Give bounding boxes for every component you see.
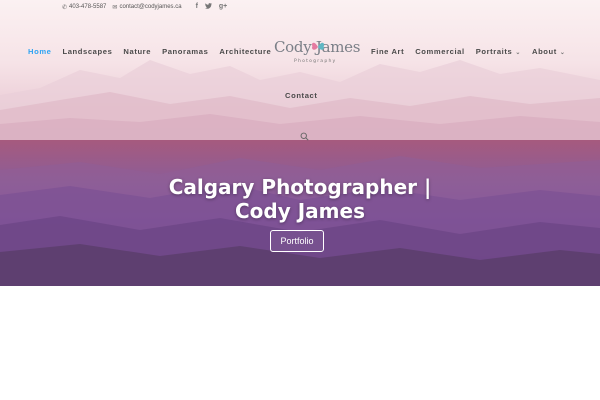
header-background [0, 0, 600, 140]
phone-item[interactable]: ✆ 403-478-5587 [62, 4, 106, 11]
nav-item-fine-art[interactable]: Fine Art [371, 47, 404, 56]
main-nav-right: Fine Art Commercial Portraits ⌄ About ⌄ [371, 47, 566, 56]
phone-icon: ✆ [62, 4, 68, 11]
nav-item-portraits-label: Portraits [475, 47, 513, 56]
nav-item-commercial[interactable]: Commercial [415, 47, 464, 56]
nav-item-nature[interactable]: Nature [123, 47, 151, 56]
nav-item-panoramas[interactable]: Panoramas [162, 47, 208, 56]
mountain-silhouette [0, 60, 600, 140]
google-plus-icon[interactable]: g+ [219, 3, 227, 11]
facebook-icon[interactable]: f [196, 3, 198, 11]
butterfly-logo-icon [312, 42, 324, 50]
envelope-icon: ✉ [112, 4, 118, 11]
nav-item-about-label: About [531, 47, 557, 56]
nav-item-landscapes[interactable]: Landscapes [63, 47, 113, 56]
top-contact-bar: ✆ 403-478-5587 ✉ contact@codyjames.ca f … [62, 2, 227, 12]
logo-tagline: Photography [294, 59, 337, 64]
phone-number: 403-478-5587 [69, 4, 107, 10]
main-nav-left: Home Landscapes Nature Panoramas Archite… [28, 47, 271, 56]
nav-item-portraits[interactable]: Portraits ⌄ [476, 47, 521, 56]
site-logo[interactable]: Cody James Photography [274, 38, 360, 68]
twitter-icon[interactable] [204, 3, 212, 11]
chevron-down-icon: ⌄ [515, 50, 521, 56]
nav-item-architecture[interactable]: Architecture [219, 47, 271, 56]
email-address: contact@codyjames.ca [119, 4, 182, 10]
nav-item-about[interactable]: About ⌄ [532, 47, 566, 56]
social-links: f g+ [196, 3, 228, 11]
portfolio-button[interactable]: Portfolio [270, 230, 324, 252]
search-icon[interactable] [300, 132, 309, 141]
email-item[interactable]: ✉ contact@codyjames.ca [112, 4, 181, 11]
nav-item-home[interactable]: Home [28, 47, 52, 56]
chevron-down-icon: ⌄ [559, 50, 566, 56]
hero-title: Calgary Photographer | Cody James [168, 175, 432, 223]
nav-item-contact[interactable]: Contact [285, 91, 317, 100]
